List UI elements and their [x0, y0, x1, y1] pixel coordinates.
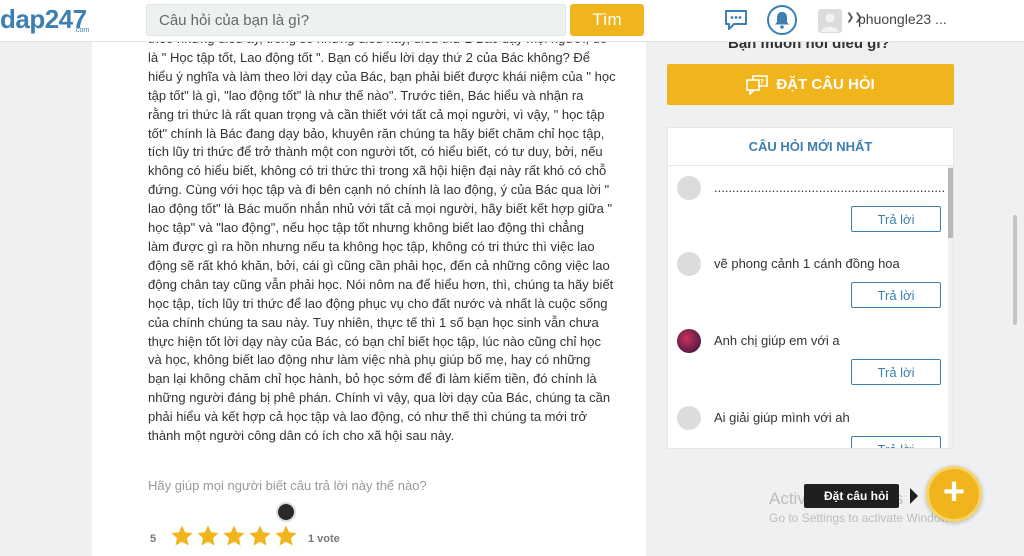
site-logo-domain: .com: [74, 27, 90, 34]
bell-icon[interactable]: [767, 5, 797, 35]
latest-questions-title: CÂU HỎI MỚI NHẤT: [668, 128, 953, 166]
panel-scroll-thumb[interactable]: [948, 168, 953, 238]
answer-body: theo những điều ấy, trong số những điều …: [148, 31, 616, 444]
avatar: [677, 406, 701, 430]
ask-question-label: ĐẶT CÂU HỎI: [776, 76, 875, 93]
star-icon[interactable]: [274, 524, 298, 548]
search-button[interactable]: Tìm: [570, 4, 644, 36]
top-navbar: dap247 .com Tìm ❯❯ phuongle23 ...: [0, 0, 1024, 42]
chat-icon[interactable]: [724, 9, 748, 31]
avatar: [677, 252, 701, 276]
rating-score: 5: [150, 533, 157, 545]
question-text[interactable]: vẽ phong cảnh 1 cánh đồng hoa: [714, 256, 944, 271]
question-text[interactable]: Anh chị giúp em với a: [714, 333, 944, 348]
rating-prompt: Hãy giúp mọi người biết câu trả lời này …: [148, 478, 427, 493]
page-scroll-thumb[interactable]: [1013, 215, 1017, 325]
question-text[interactable]: ........................................…: [714, 180, 944, 195]
answer-card: theo những điều ấy, trong số những điều …: [92, 0, 646, 556]
avatar: [677, 176, 701, 200]
reply-button[interactable]: Trả lời: [851, 206, 941, 232]
activate-windows-subtitle: Go to Settings to activate Windows.: [769, 511, 959, 525]
floating-ask-label[interactable]: Đặt câu hỏi: [804, 484, 899, 508]
reply-button[interactable]: Trả lời: [851, 282, 941, 308]
username[interactable]: phuongle23 ...: [858, 11, 947, 27]
floating-label-arrow: [910, 488, 918, 504]
ask-question-button[interactable]: ? ĐẶT CÂU HỎI: [667, 64, 954, 105]
search-input[interactable]: [146, 4, 566, 36]
star-icon[interactable]: [170, 524, 194, 548]
avatar: [677, 329, 701, 353]
floating-ask-button[interactable]: +: [926, 466, 982, 522]
svg-text:?: ?: [760, 78, 764, 86]
reply-button[interactable]: Trả lời: [851, 359, 941, 385]
reply-button[interactable]: Trả lời: [851, 436, 941, 448]
rater-avatar: [276, 502, 296, 522]
star-icon[interactable]: [248, 524, 272, 548]
star-icon[interactable]: [222, 524, 246, 548]
question-text[interactable]: Ai giải giúp mình với ah: [714, 410, 944, 425]
star-rating[interactable]: [170, 524, 298, 548]
latest-questions-panel: CÂU HỎI MỚI NHẤT .......................…: [667, 127, 954, 449]
star-icon[interactable]: [196, 524, 220, 548]
vote-count: 1 vote: [308, 533, 340, 545]
ask-question-icon: ?: [746, 74, 769, 95]
avatar[interactable]: [818, 9, 842, 33]
